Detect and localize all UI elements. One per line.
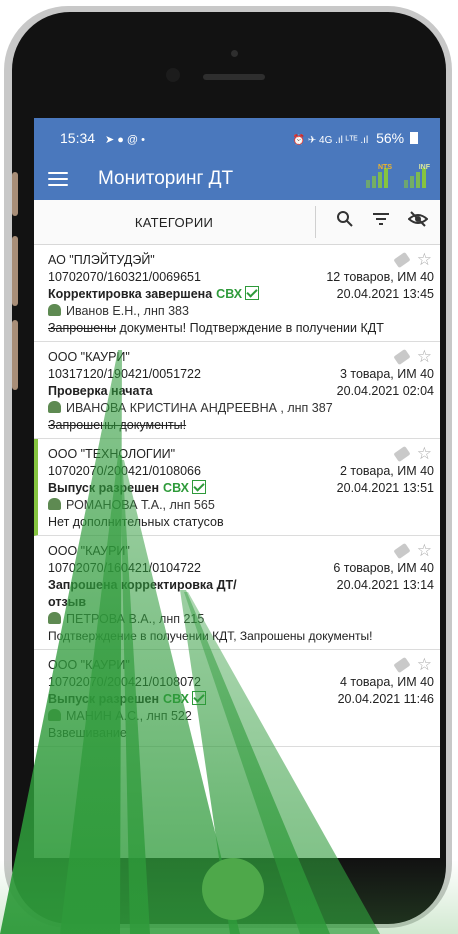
toolbar-divider <box>315 206 316 238</box>
item-status: Выпуск разрешен <box>48 481 160 495</box>
item-note-rest: документы! Подтверждение в получении КДТ <box>116 321 384 335</box>
item-company: ООО "КАУРИ" <box>48 658 130 672</box>
app-title: Мониторинг ДТ <box>98 168 234 189</box>
inf-signal-icon[interactable]: INF <box>402 164 430 190</box>
nts-signal-icon[interactable]: NTS <box>364 164 392 190</box>
inf-badge: INF <box>418 164 430 171</box>
item-person: МАНИН А.С., лнп 522 <box>66 709 192 723</box>
battery-icon <box>410 132 418 144</box>
item-status: Проверка начата <box>48 384 153 398</box>
tag-icon[interactable] <box>393 251 411 268</box>
star-icon[interactable]: ☆ <box>417 542 432 559</box>
hamburger-menu-icon[interactable] <box>48 172 68 186</box>
star-icon[interactable]: ☆ <box>417 348 432 365</box>
item-note: Запрошены документы! <box>48 418 187 432</box>
search-icon[interactable] <box>336 210 354 228</box>
status-right-icons: ⏰ ✈ 4G .ıl ᴸᵀᴱ .ıl <box>292 135 369 146</box>
item-goods: 6 товаров, ИМ 40 <box>333 561 434 575</box>
list-item-selected[interactable]: ☆ ООО "ТЕХНОЛОГИИ" 10702070/200421/01080… <box>34 439 440 536</box>
svh-label: СВХ <box>216 287 243 301</box>
item-goods: 12 товаров, ИМ 40 <box>326 270 434 284</box>
list-item[interactable]: ☆ АО "ПЛЭЙТУДЭЙ" 10702070/160321/0069651… <box>34 245 440 342</box>
earpiece-speaker <box>203 74 265 80</box>
item-number: 10702070/200421/0108072 <box>48 675 201 689</box>
status-bar: 15:34 ➤ ● @ • ⏰ ✈ 4G .ıl ᴸᵀᴱ .ıl 56% <box>34 118 440 158</box>
item-company: АО "ПЛЭЙТУДЭЙ" <box>48 253 155 267</box>
inspector-icon <box>48 612 61 624</box>
svh-label: СВХ <box>163 692 189 706</box>
side-button <box>12 320 18 390</box>
app-screen: 15:34 ➤ ● @ • ⏰ ✈ 4G .ıl ᴸᵀᴱ .ıl 56% Мон… <box>34 118 440 858</box>
star-icon[interactable]: ☆ <box>417 251 432 268</box>
front-sensor <box>166 68 180 82</box>
nts-badge: NTS <box>378 164 392 171</box>
tag-icon[interactable] <box>393 348 411 365</box>
tag-icon[interactable] <box>393 542 411 559</box>
home-button[interactable] <box>202 858 264 920</box>
item-number: 10702070/160421/0104722 <box>48 561 201 575</box>
item-note-strike: Запрошены <box>48 321 117 335</box>
svh-label: СВХ <box>163 481 189 495</box>
categories-button[interactable]: КАТЕГОРИИ <box>34 215 314 230</box>
front-camera <box>231 50 238 57</box>
checkbox-icon <box>191 691 206 705</box>
item-number: 10317120/190421/0051722 <box>48 367 201 381</box>
item-note: Подтверждение в получении КДТ, Запрошены… <box>48 629 373 643</box>
item-datetime: 20.04.2021 11:46 <box>337 692 434 706</box>
item-person: ПЕТРОВА В.А., лнп 215 <box>66 612 205 626</box>
item-status: Выпуск разрешен <box>48 692 160 706</box>
item-note: Запрошены документы! Подтверждение в пол… <box>48 320 434 337</box>
status-time: 15:34 <box>60 130 96 146</box>
item-datetime: 20.04.2021 13:45 <box>336 287 434 301</box>
item-status: Запрошена корректировка ДТ/ отзыв <box>48 578 237 609</box>
status-left-icons: ➤ ● @ • <box>104 134 145 146</box>
star-icon[interactable]: ☆ <box>417 445 432 462</box>
list-item[interactable]: ☆ ООО "КАУРИ" 10702070/200421/0108072 4 т… <box>34 650 440 747</box>
inspector-icon <box>48 401 61 413</box>
battery-level: 56% <box>376 130 405 146</box>
inspector-icon <box>48 304 61 316</box>
list-item[interactable]: ☆ ООО "КАУРИ" 10317120/190421/0051722 3 т… <box>34 342 440 439</box>
item-datetime: 20.04.2021 02:04 <box>336 384 434 398</box>
star-icon[interactable]: ☆ <box>417 656 432 673</box>
tag-icon[interactable] <box>393 656 411 673</box>
item-company: ООО "ТЕХНОЛОГИИ" <box>48 447 176 461</box>
item-goods: 4 товара, ИМ 40 <box>339 675 434 689</box>
item-person: Иванов Е.Н., лнп 383 <box>66 304 189 318</box>
hide-eye-icon[interactable] <box>408 211 428 227</box>
list-item[interactable]: ☆ ООО "КАУРИ" 10702070/160421/0104722 6 т… <box>34 536 440 650</box>
filter-icon[interactable] <box>372 212 390 226</box>
item-datetime: 20.04.2021 13:51 <box>336 481 434 495</box>
item-company: ООО "КАУРИ" <box>48 350 130 364</box>
checkbox-icon <box>191 480 206 494</box>
item-number: 10702070/200421/0108066 <box>48 464 201 478</box>
side-button <box>12 172 18 216</box>
item-note: Взвешивание <box>48 726 127 740</box>
item-note: Нет дополнительных статусов <box>48 515 224 529</box>
item-company: ООО "КАУРИ" <box>48 544 130 558</box>
side-button <box>12 236 18 306</box>
toolbar: КАТЕГОРИИ <box>34 200 440 245</box>
tag-icon[interactable] <box>393 445 411 462</box>
item-status: Корректировка завершена <box>48 287 213 301</box>
item-person: ИВАНОВА КРИСТИНА АНДРЕЕВНА , лнп 387 <box>66 401 333 415</box>
checkbox-icon <box>245 286 260 300</box>
app-bar: Мониторинг ДТ NTS INF <box>34 158 440 200</box>
inspector-icon <box>48 498 61 510</box>
inspector-icon <box>48 709 61 721</box>
item-number: 10702070/160321/0069651 <box>48 270 201 284</box>
item-person: РОМАНОВА Т.А., лнп 565 <box>66 498 215 512</box>
item-datetime: 20.04.2021 13:14 <box>336 578 434 592</box>
item-goods: 2 товара, ИМ 40 <box>339 464 434 478</box>
item-goods: 3 товара, ИМ 40 <box>339 367 434 381</box>
